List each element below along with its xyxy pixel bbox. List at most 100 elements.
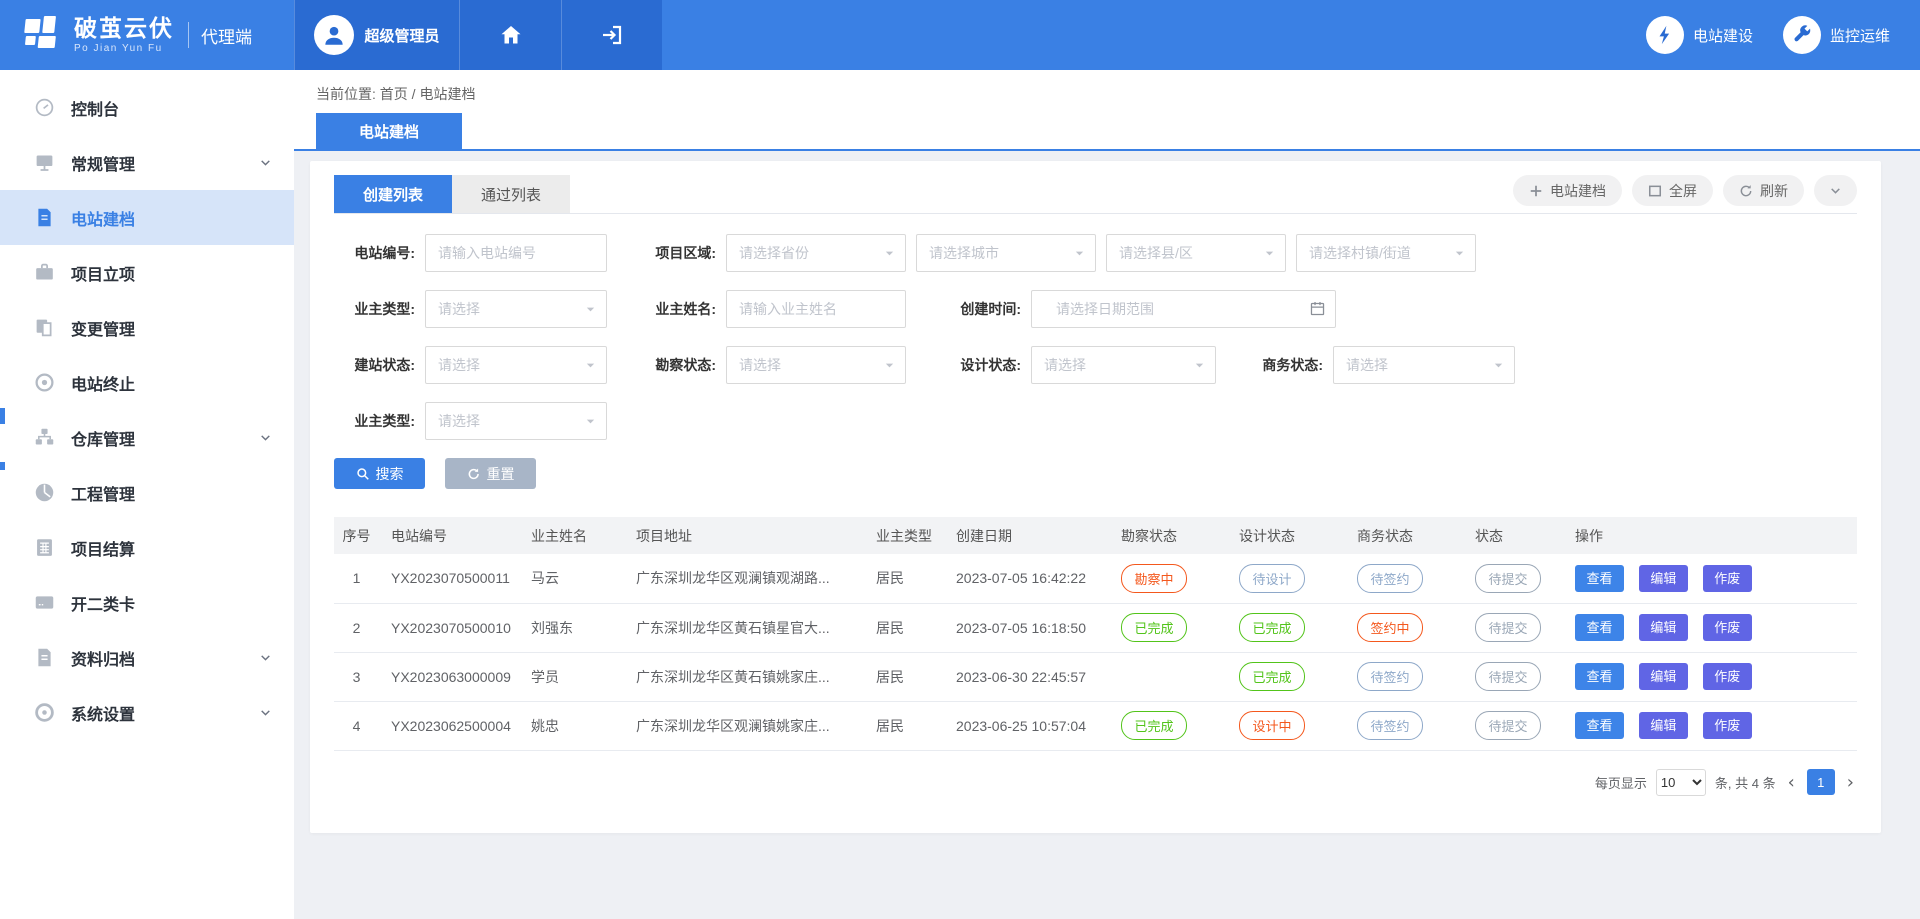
view-button[interactable]: 查看 <box>1575 565 1624 592</box>
prev-page-arrow[interactable]: ‹ <box>1785 772 1798 793</box>
sidebar-scrollbar-thumb[interactable] <box>0 462 5 470</box>
col-business: 商务状态 <box>1345 517 1463 554</box>
owner-name-input[interactable] <box>726 290 906 328</box>
view-button[interactable]: 查看 <box>1575 614 1624 641</box>
cell-address: 广东深圳龙华区观澜镇姚家庄... <box>624 701 864 750</box>
gauge-icon <box>34 482 56 504</box>
view-button[interactable]: 查看 <box>1575 663 1624 690</box>
date-range-picker[interactable] <box>1031 290 1336 328</box>
sidebar-item-label: 项目结算 <box>71 536 135 560</box>
station-code-input[interactable] <box>425 234 607 272</box>
edit-button[interactable]: 编辑 <box>1639 614 1688 641</box>
breadcrumb-prefix: 当前位置: <box>316 86 376 102</box>
sidebar-item-warehouse-mgmt[interactable]: 仓库管理 <box>0 410 294 465</box>
breadcrumb: 当前位置: 首页 / 电站建档 <box>294 70 1920 104</box>
cell-no: 2 <box>334 603 379 652</box>
breadcrumb-home-link[interactable]: 首页 <box>380 86 408 102</box>
toolbar: 电站建档 全屏 刷新 <box>1513 175 1857 213</box>
sidebar-item-type2-card[interactable]: 开二类卡 <box>0 575 294 630</box>
survey-status-label: 勘察状态: <box>635 355 726 375</box>
next-page-arrow[interactable]: › <box>1844 772 1857 793</box>
owner-type-select[interactable]: 请选择 <box>425 290 607 328</box>
filter-actions: 搜索 重置 <box>334 458 1857 489</box>
build-status-label: 建站状态: <box>334 355 425 375</box>
business-status-select[interactable]: 请选择 <box>1333 346 1515 384</box>
logo-icon <box>18 16 64 54</box>
reset-icon <box>467 467 481 481</box>
sidebar-item-label: 系统设置 <box>71 701 135 725</box>
cell-type: 居民 <box>864 603 944 652</box>
reset-button[interactable]: 重置 <box>445 458 536 489</box>
filter-form: 电站编号: 项目区域: 请选择省份 请选择城市 请选择县/区 <box>334 214 1857 489</box>
monitor-icon <box>34 152 56 174</box>
sidebar-item-label: 电站终止 <box>71 371 135 395</box>
city-select[interactable]: 请选择城市 <box>916 234 1096 272</box>
cell-created: 2023-07-05 16:42:22 <box>944 554 1109 603</box>
sidebar-item-data-archive[interactable]: 资料归档 <box>0 630 294 685</box>
user-menu[interactable]: 超级管理员 <box>294 0 459 70</box>
design-status-select[interactable]: 请选择 <box>1031 346 1216 384</box>
nav-station-build-label: 电站建设 <box>1693 25 1753 46</box>
refresh-button[interactable]: 刷新 <box>1723 175 1804 206</box>
collapse-toolbar-button[interactable] <box>1814 175 1857 206</box>
home-button[interactable] <box>459 0 561 70</box>
sidebar-item-change-mgmt[interactable]: 变更管理 <box>0 300 294 355</box>
sidebar-scrollbar-thumb[interactable] <box>0 408 5 424</box>
status-badge: 勘察中 <box>1121 564 1187 593</box>
cell-code: YX2023062500004 <box>379 701 519 750</box>
sidebar-item-general-mgmt[interactable]: 常规管理 <box>0 135 294 190</box>
business-status-label: 商务状态: <box>1242 355 1333 375</box>
edit-button[interactable]: 编辑 <box>1639 565 1688 592</box>
void-button[interactable]: 作废 <box>1703 663 1752 690</box>
sidebar-item-system-settings[interactable]: 系统设置 <box>0 685 294 740</box>
tab-create-list[interactable]: 创建列表 <box>334 175 452 213</box>
status-badge: 待提交 <box>1475 613 1541 642</box>
view-button[interactable]: 查看 <box>1575 712 1624 739</box>
cell-created: 2023-06-25 10:57:04 <box>944 701 1109 750</box>
tab-passed-list[interactable]: 通过列表 <box>452 175 570 213</box>
sidebar-item-station-archive[interactable]: 电站建档 <box>0 190 294 245</box>
void-button[interactable]: 作废 <box>1703 565 1752 592</box>
edit-button[interactable]: 编辑 <box>1639 663 1688 690</box>
wrench-icon <box>1783 16 1821 54</box>
page-number-active[interactable]: 1 <box>1807 769 1835 795</box>
plus-icon <box>1529 184 1543 198</box>
edit-button[interactable]: 编辑 <box>1639 712 1688 739</box>
page-tab-station-archive[interactable]: 电站建档 <box>316 113 462 149</box>
survey-status-select[interactable]: 请选择 <box>726 346 906 384</box>
sidebar-item-station-terminate[interactable]: 电站终止 <box>0 355 294 410</box>
per-page-select[interactable]: 10 <box>1656 769 1706 796</box>
sidebar-item-project-initiation[interactable]: 项目立项 <box>0 245 294 300</box>
sidebar-item-console[interactable]: 控制台 <box>0 80 294 135</box>
cell-type: 居民 <box>864 652 944 701</box>
nav-monitor-ops[interactable]: 监控运维 <box>1783 16 1890 54</box>
logout-button[interactable] <box>561 0 662 70</box>
cell-address: 广东深圳龙华区黄石镇星官大... <box>624 603 864 652</box>
sidebar-item-engineering-mgmt[interactable]: 工程管理 <box>0 465 294 520</box>
cell-address: 广东深圳龙华区黄石镇姚家庄... <box>624 652 864 701</box>
sidebar-item-project-settlement[interactable]: 项目结算 <box>0 520 294 575</box>
fullscreen-button[interactable]: 全屏 <box>1632 175 1713 206</box>
owner-name-label: 业主姓名: <box>635 299 726 319</box>
cell-survey-empty <box>1109 652 1227 701</box>
owner-type2-label: 业主类型: <box>334 411 425 431</box>
create-station-button[interactable]: 电站建档 <box>1513 175 1622 206</box>
sidebar-item-label: 工程管理 <box>71 481 135 505</box>
logo-subtitle: Po Jian Yun Fu <box>74 43 174 54</box>
owner-type2-select[interactable]: 请选择 <box>425 402 607 440</box>
cell-no: 3 <box>334 652 379 701</box>
build-status-select[interactable]: 请选择 <box>425 346 607 384</box>
province-select[interactable]: 请选择省份 <box>726 234 906 272</box>
search-button[interactable]: 搜索 <box>334 458 425 489</box>
cell-code: YX2023070500011 <box>379 554 519 603</box>
calendar-icon <box>1309 300 1326 320</box>
void-button[interactable]: 作废 <box>1703 614 1752 641</box>
village-select[interactable]: 请选择村镇/街道 <box>1296 234 1476 272</box>
status-badge: 签约中 <box>1357 613 1423 642</box>
cell-owner: 学员 <box>519 652 624 701</box>
county-select[interactable]: 请选择县/区 <box>1106 234 1286 272</box>
target-icon <box>34 372 56 394</box>
void-button[interactable]: 作废 <box>1703 712 1752 739</box>
date-range-input[interactable] <box>1044 291 1325 327</box>
nav-station-build[interactable]: 电站建设 <box>1646 16 1753 54</box>
